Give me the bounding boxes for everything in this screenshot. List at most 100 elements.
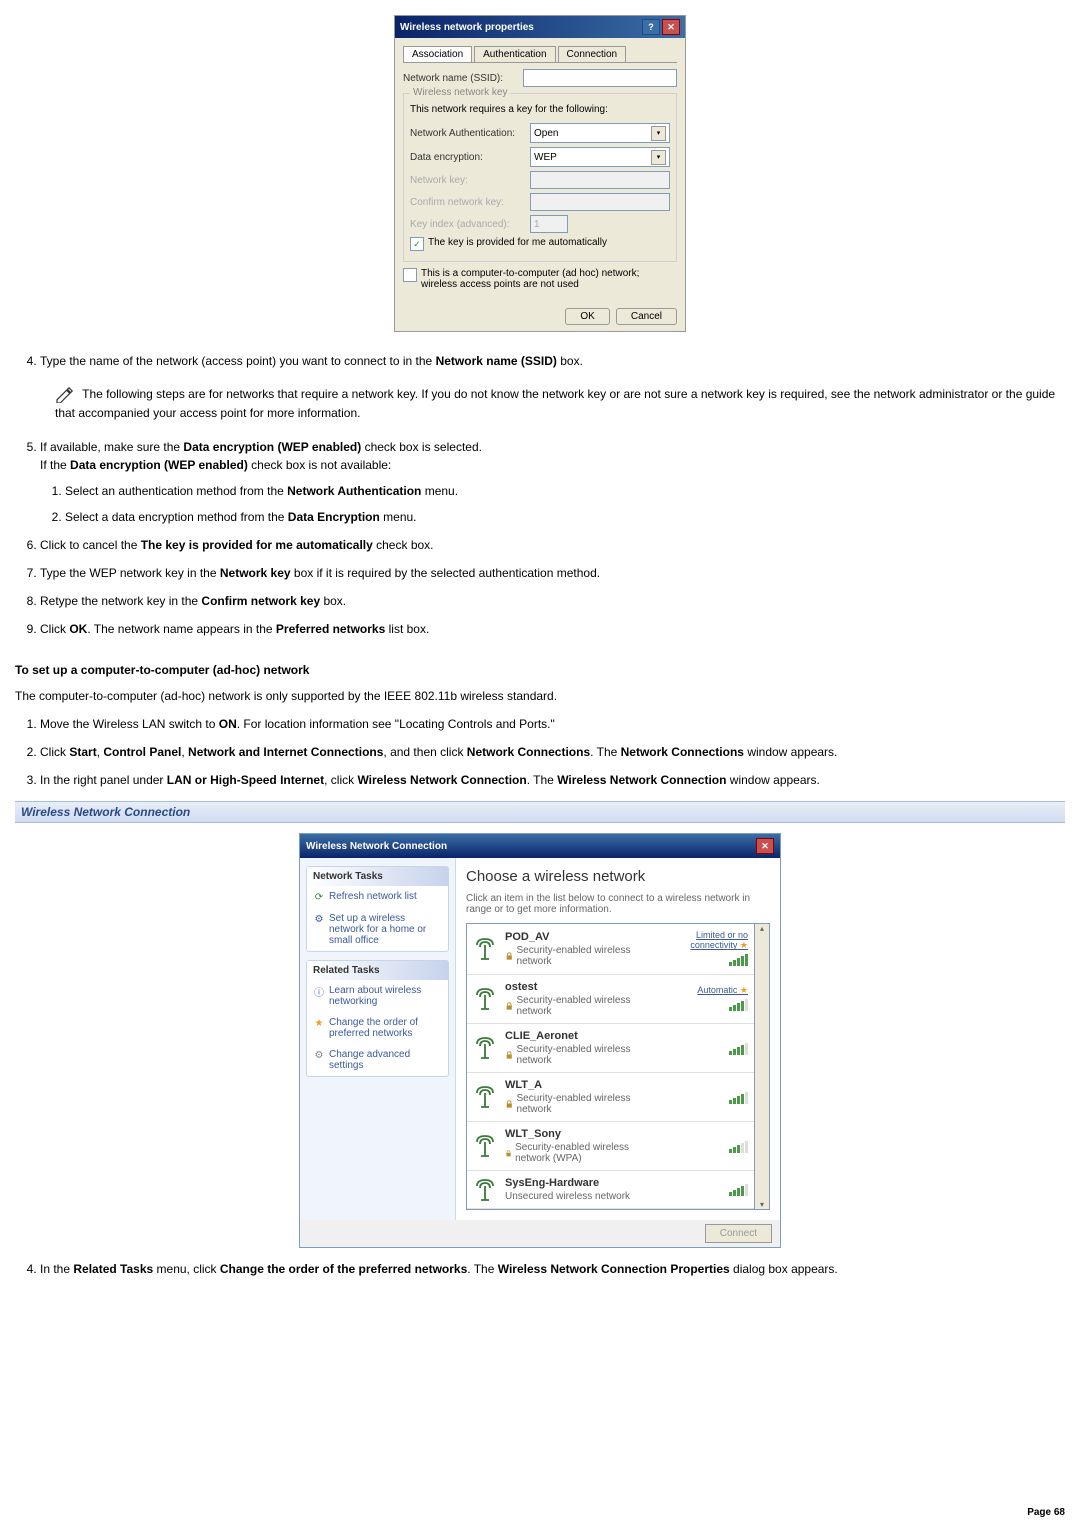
signal-bars-icon bbox=[729, 1141, 748, 1153]
ssid-input[interactable] bbox=[523, 69, 677, 87]
auto-key-checkbox[interactable]: ✓ bbox=[410, 237, 424, 251]
scroll-up-icon[interactable]: ▴ bbox=[755, 924, 769, 933]
adhoc-heading: To set up a computer-to-computer (ad-hoc… bbox=[15, 663, 1065, 677]
tab-association[interactable]: Association bbox=[403, 46, 472, 62]
task-change-order[interactable]: ★ Change the order of preferred networks bbox=[307, 1012, 448, 1044]
requires-text: This network requires a key for the foll… bbox=[410, 104, 670, 115]
chevron-down-icon: ▾ bbox=[651, 126, 666, 141]
adhoc-step-2: Click Start, Control Panel, Network and … bbox=[40, 743, 1065, 761]
adhoc-checkbox[interactable] bbox=[403, 268, 417, 282]
key-index-label: Key index (advanced): bbox=[410, 219, 530, 230]
adhoc-step-4: In the Related Tasks menu, click Change … bbox=[40, 1260, 1065, 1278]
ssid-label: Network name (SSID): bbox=[403, 73, 523, 84]
dialog-titlebar: Wireless network properties ? ✕ bbox=[395, 16, 685, 38]
cancel-button[interactable]: Cancel bbox=[616, 308, 677, 325]
network-security: Security-enabled wireless network bbox=[505, 945, 660, 967]
network-item[interactable]: SysEng-HardwareUnsecured wireless networ… bbox=[467, 1171, 754, 1209]
adhoc-step-3: In the right panel under LAN or High-Spe… bbox=[40, 771, 1065, 789]
lock-icon bbox=[505, 1149, 512, 1158]
network-item[interactable]: POD_AV Security-enabled wireless network L… bbox=[467, 924, 754, 975]
network-status bbox=[668, 1138, 748, 1155]
close-button[interactable]: ✕ bbox=[662, 19, 680, 35]
wnc-sidebar: Network Tasks ⟳ Refresh network list ⚙ S… bbox=[300, 858, 456, 1220]
scroll-down-icon[interactable]: ▾ bbox=[755, 1200, 769, 1209]
help-button[interactable]: ? bbox=[642, 19, 660, 35]
network-item[interactable]: ostest Security-enabled wireless network A… bbox=[467, 975, 754, 1024]
tab-authentication[interactable]: Authentication bbox=[474, 46, 555, 62]
network-list: POD_AV Security-enabled wireless network L… bbox=[466, 923, 755, 1210]
close-button[interactable]: ✕ bbox=[756, 838, 774, 854]
wnc-titlebar: Wireless Network Connection ✕ bbox=[300, 834, 780, 858]
star-icon: ★ bbox=[737, 985, 748, 995]
lock-icon bbox=[505, 1002, 514, 1011]
network-security: Security-enabled wireless network bbox=[505, 1044, 660, 1066]
signal-bars-icon bbox=[729, 999, 748, 1011]
task-setup[interactable]: ⚙ Set up a wireless network for a home o… bbox=[307, 908, 448, 951]
network-item[interactable]: WLT_ASecurity-enabled wireless network bbox=[467, 1073, 754, 1122]
signal-bars-icon bbox=[729, 1184, 748, 1196]
ok-button[interactable]: OK bbox=[565, 308, 609, 325]
antenna-icon bbox=[473, 987, 497, 1011]
related-tasks-header: Related Tasks bbox=[307, 961, 448, 980]
connect-button[interactable]: Connect bbox=[705, 1224, 772, 1243]
network-item[interactable]: WLT_SonySecurity-enabled wireless networ… bbox=[467, 1122, 754, 1171]
net-auth-value: Open bbox=[534, 128, 558, 139]
info-icon: ⓘ bbox=[313, 985, 325, 997]
wnc-title: Wireless Network Connection bbox=[306, 841, 447, 852]
adhoc-step-1: Move the Wireless LAN switch to ON. For … bbox=[40, 715, 1065, 733]
network-name: ostest bbox=[505, 981, 660, 993]
wireless-key-group-title: Wireless network key bbox=[410, 87, 510, 98]
choose-heading: Choose a wireless network bbox=[466, 868, 770, 885]
step-7: Type the WEP network key in the Network … bbox=[40, 564, 1065, 582]
confirm-key-label: Confirm network key: bbox=[410, 197, 530, 208]
antenna-icon bbox=[473, 1178, 497, 1202]
step-9: Click OK. The network name appears in th… bbox=[40, 620, 1065, 638]
network-status: Limited or no connectivity ★ bbox=[668, 930, 748, 968]
network-status bbox=[668, 1181, 748, 1198]
task-learn[interactable]: ⓘ Learn about wireless networking bbox=[307, 980, 448, 1012]
step-8: Retype the network key in the Confirm ne… bbox=[40, 592, 1065, 610]
adhoc-intro: The computer-to-computer (ad-hoc) networ… bbox=[15, 689, 1065, 703]
network-name: SysEng-Hardware bbox=[505, 1177, 660, 1189]
setup-icon: ⚙ bbox=[313, 913, 325, 925]
confirm-key-input bbox=[530, 193, 670, 211]
net-key-label: Network key: bbox=[410, 175, 530, 186]
antenna-icon bbox=[473, 1085, 497, 1109]
lock-icon bbox=[505, 1100, 514, 1109]
dialog-title: Wireless network properties bbox=[400, 22, 534, 33]
wireless-properties-dialog: Wireless network properties ? ✕ Associat… bbox=[394, 15, 686, 332]
data-enc-value: WEP bbox=[534, 152, 557, 163]
task-refresh[interactable]: ⟳ Refresh network list bbox=[307, 886, 448, 908]
step-4: Type the name of the network (access poi… bbox=[40, 352, 1065, 370]
step-5-2: Select a data encryption method from the… bbox=[65, 508, 1065, 526]
antenna-icon bbox=[473, 1134, 497, 1158]
wireless-connection-window: Wireless Network Connection ✕ Network Ta… bbox=[299, 833, 781, 1248]
network-status bbox=[668, 1040, 748, 1057]
signal-bars-icon bbox=[729, 954, 748, 966]
network-tasks-header: Network Tasks bbox=[307, 867, 448, 886]
lock-icon bbox=[505, 952, 514, 961]
network-item[interactable]: CLIE_Aeronet Security-enabled wireless ne… bbox=[467, 1024, 754, 1073]
network-name: POD_AV bbox=[505, 931, 660, 943]
task-change-advanced[interactable]: ⚙ Change advanced settings bbox=[307, 1044, 448, 1076]
data-enc-select[interactable]: WEP ▾ bbox=[530, 147, 670, 167]
tab-connection[interactable]: Connection bbox=[558, 46, 627, 62]
network-security: Security-enabled wireless network bbox=[505, 995, 660, 1017]
data-enc-label: Data encryption: bbox=[410, 152, 530, 163]
network-status bbox=[668, 1089, 748, 1106]
star-icon: ★ bbox=[313, 1017, 325, 1029]
antenna-icon bbox=[473, 1036, 497, 1060]
network-name: WLT_A bbox=[505, 1079, 660, 1091]
step-6: Click to cancel the The key is provided … bbox=[40, 536, 1065, 554]
chevron-down-icon: ▾ bbox=[651, 150, 666, 165]
note-block: The following steps are for networks tha… bbox=[55, 385, 1065, 423]
step-5: If available, make sure the Data encrypt… bbox=[40, 438, 1065, 526]
signal-bars-icon bbox=[729, 1092, 748, 1104]
network-name: CLIE_Aeronet bbox=[505, 1030, 660, 1042]
pencil-note-icon bbox=[55, 387, 75, 403]
net-auth-label: Network Authentication: bbox=[410, 128, 530, 139]
refresh-icon: ⟳ bbox=[313, 891, 325, 903]
network-security: Security-enabled wireless network (WPA) bbox=[505, 1142, 660, 1164]
network-status: Automatic ★ bbox=[668, 985, 748, 1013]
net-auth-select[interactable]: Open ▾ bbox=[530, 123, 670, 143]
